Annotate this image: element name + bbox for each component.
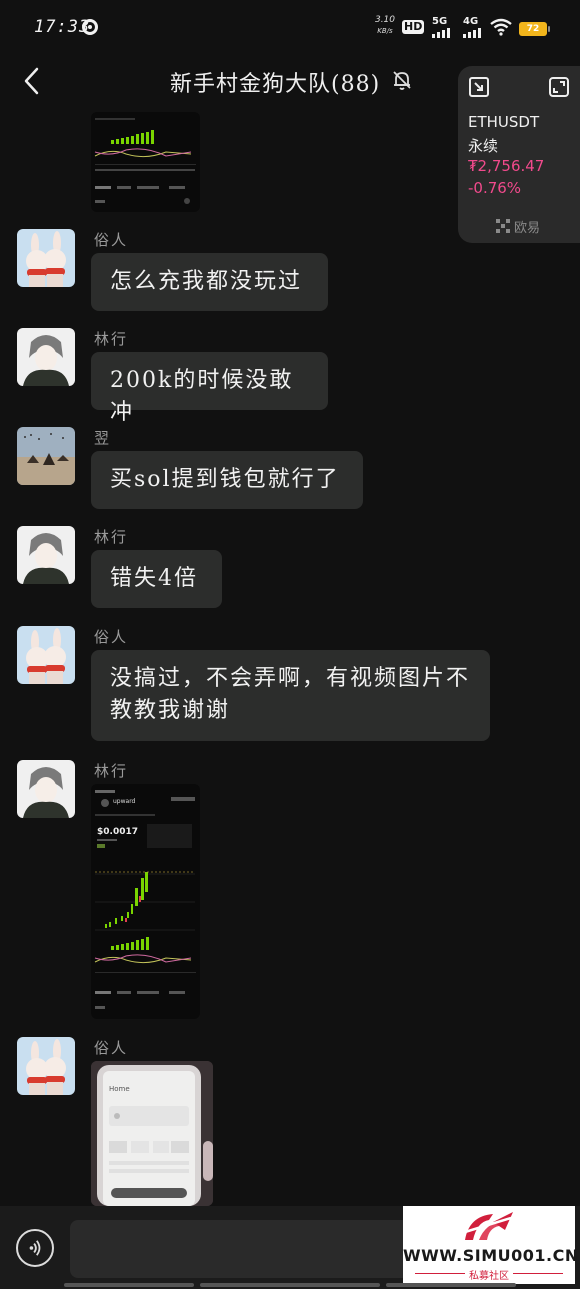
watermark-site: WWW.SIMU001.CN (403, 1246, 579, 1265)
avatar[interactable] (17, 229, 75, 287)
battery-level: 72 (526, 24, 540, 34)
watermark-logo-icon (464, 1212, 513, 1240)
avatar[interactable] (17, 1037, 75, 1095)
mute-bell-icon (393, 71, 411, 90)
network-speed: 3.10 KB/s (373, 15, 397, 37)
phone-photo-image[interactable]: Home (91, 1061, 213, 1206)
message-bubble[interactable]: 200k的时候没敢冲 (91, 352, 328, 425)
avatar[interactable] (17, 526, 75, 584)
phone-photo-thumbnail: Home (91, 1061, 213, 1206)
chart-screenshot-image[interactable]: upward $0.0017 (91, 784, 200, 1019)
wifi-icon (490, 18, 512, 36)
status-bar: 17:33 3.10 KB/s HD 5G 4G 72 (0, 0, 580, 56)
gesture-bar-segment (386, 1283, 516, 1287)
sender-name: 俗人 (94, 628, 129, 646)
ticker-price: ₮2,756.47 (468, 157, 545, 175)
network-speed-value: 3.10 (374, 15, 396, 25)
ticker-brand: 欧易 (514, 221, 541, 236)
okx-logo-icon (496, 219, 510, 233)
minimize-window-icon[interactable] (468, 76, 490, 98)
network-speed-unit: KB/s (377, 27, 393, 35)
avatar[interactable] (17, 626, 75, 684)
message-bubble[interactable]: 错失4倍 (91, 550, 222, 608)
voice-input-button[interactable] (16, 1229, 54, 1267)
avatar[interactable] (17, 427, 75, 485)
avatar[interactable] (17, 760, 75, 818)
hd-badge: HD (402, 20, 425, 34)
token-price: $0.0017 (97, 827, 138, 837)
expand-window-icon[interactable] (548, 76, 570, 98)
gesture-bar-segment (64, 1283, 194, 1287)
avatar[interactable] (17, 328, 75, 386)
watermark-name: 私募社区 (469, 1271, 509, 1282)
ticker-contract-type: 永续 (468, 137, 499, 155)
chart-thumbnail (94, 118, 196, 204)
chat-title: 新手村金狗大队(88) (170, 72, 381, 97)
app-notification-icon (82, 19, 98, 35)
ticker-change: -0.76% (468, 179, 522, 197)
message-input[interactable] (70, 1220, 410, 1278)
watermark-divider-right (513, 1273, 563, 1274)
sender-name: 俗人 (94, 231, 129, 249)
token-chart-thumbnail: upward $0.0017 (94, 790, 196, 1009)
floating-ticker-widget[interactable]: ETHUSDT 永续 ₮2,756.47 -0.76% 欧易 (458, 66, 580, 243)
sender-name: 林行 (94, 330, 129, 348)
message-bubble[interactable]: 怎么充我都没玩过 (91, 253, 328, 311)
gesture-bar-segment (200, 1283, 380, 1287)
site-watermark: WWW.SIMU001.CN 私募社区 (403, 1206, 579, 1284)
sender-name: 翌 (94, 429, 112, 447)
sim1-generation: 5G (432, 16, 448, 27)
sender-name: 林行 (94, 762, 129, 780)
phone-screen-title: Home (109, 1085, 130, 1093)
token-name: upward (113, 798, 136, 805)
sim2-generation: 4G (463, 16, 479, 27)
sender-name: 俗人 (94, 1039, 129, 1057)
battery-icon: 72 (519, 22, 550, 36)
back-button[interactable] (18, 66, 48, 96)
chart-screenshot-partial[interactable] (91, 112, 200, 212)
ticker-symbol: ETHUSDT (468, 113, 540, 131)
sender-name: 林行 (94, 528, 129, 546)
message-bubble[interactable]: 没搞过，不会弄啊，有视频图片不教教我谢谢 (91, 650, 490, 741)
message-bubble[interactable]: 买sol提到钱包就行了 (91, 451, 363, 509)
